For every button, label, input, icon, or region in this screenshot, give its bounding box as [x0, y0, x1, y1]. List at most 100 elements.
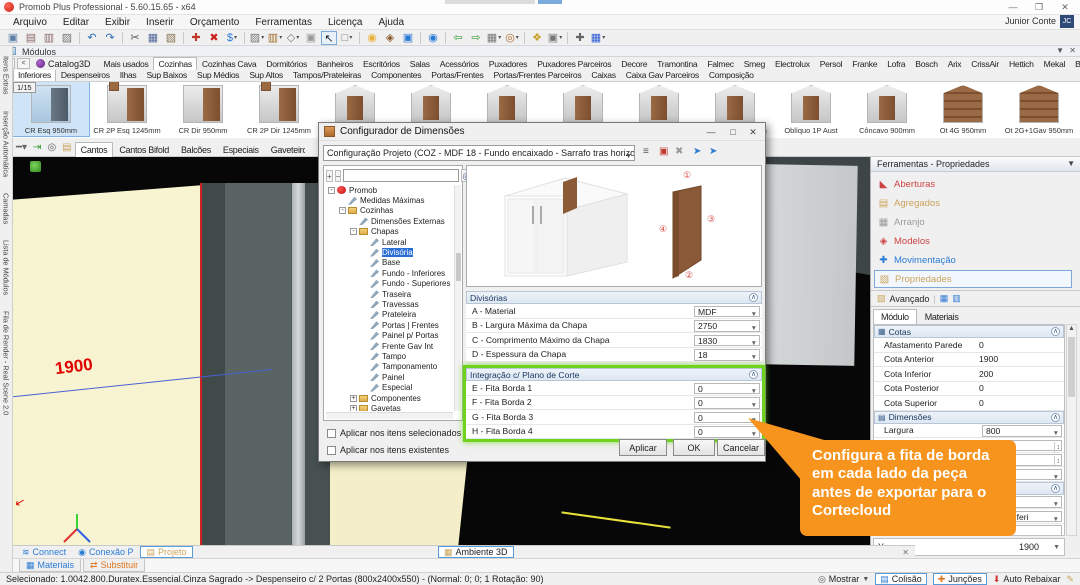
toolbar-icon[interactable]: ▣▾ [547, 31, 563, 45]
toolbar-icon[interactable]: ▦▾ [145, 31, 161, 45]
tool-item[interactable]: ▧ Propriedades [874, 270, 1072, 288]
dialog-close-button[interactable]: ✕ [743, 125, 763, 139]
toolbar-icon[interactable]: ▾ [79, 32, 80, 44]
toolbar-icon[interactable]: ▦▾ [590, 31, 606, 45]
view-tab[interactable]: ◉ Conexão P [73, 546, 138, 558]
view-tab[interactable]: ▤ Projeto [140, 546, 192, 558]
ok-button[interactable]: OK [673, 439, 715, 456]
toolbar-icon[interactable]: ▾ [183, 32, 184, 44]
property-row[interactable]: Cota Inferior 200 [874, 367, 1064, 382]
catalog-tab[interactable]: Blum [1070, 57, 1080, 70]
wand-icon[interactable]: ✎ [1066, 574, 1074, 585]
mostrar-control[interactable]: ◎ Mostrar ▼ [818, 574, 869, 585]
config-key2-icon[interactable]: ➤ [709, 146, 717, 157]
toolbar-icon[interactable]: ↖▾ [321, 31, 337, 45]
tree-node[interactable]: Prateleira [326, 310, 453, 320]
property-grid-scrollbar[interactable]: ▲ [1066, 324, 1077, 536]
dialog-minimize-button[interactable]: — [701, 125, 721, 139]
pin-icon[interactable]: ▼ [1067, 159, 1075, 168]
tool-item[interactable]: ◈ Modelos [874, 232, 1072, 250]
toolbar-icon[interactable]: ▤▾ [23, 31, 39, 45]
tree-node[interactable]: Tampo [326, 351, 453, 361]
dock-tab[interactable]: Fila de Render - Real Scene 2.0 [2, 311, 11, 415]
catalog-tab[interactable]: Tramontina [652, 57, 702, 70]
doc-tab[interactable]: ⇄ Substituir [83, 559, 145, 572]
catalog-tab[interactable]: Bosch [910, 57, 942, 70]
catalog-tab[interactable]: Decore [616, 57, 652, 70]
toolbar-icon[interactable]: ❖▾ [529, 31, 545, 45]
tree-node[interactable]: Painel [326, 372, 453, 382]
category-tab[interactable]: Composição [704, 70, 759, 81]
catalog-tab[interactable]: Cozinhas Cava [197, 57, 261, 70]
tree-node[interactable]: Lateral [326, 237, 453, 247]
module-thumbnail[interactable]: Oblíquo 1P Aust [773, 82, 849, 136]
module-group-tab[interactable]: Especiais [217, 142, 265, 157]
ambiente-3d-tab[interactable]: ▦ Ambiente 3D [438, 546, 514, 558]
grid-view-icon[interactable]: ▦ [940, 293, 949, 304]
tree-node[interactable]: Fundo - Superiores [326, 279, 453, 289]
pin-icon[interactable]: ▼ [1056, 46, 1064, 55]
menu-item[interactable]: Arquivo [5, 17, 55, 28]
catalog-tab[interactable]: Dormitórios [261, 57, 312, 70]
collapse-all-icon[interactable]: − [335, 170, 342, 182]
module-thumbnail[interactable]: CR 2P Dir 1245mm [241, 82, 317, 136]
toolbar-icon[interactable]: ▣▾ [5, 31, 21, 45]
value-select[interactable]: 2750▼ [694, 320, 760, 332]
maximize-button[interactable]: ❐ [1028, 1, 1050, 13]
toolbar-icon[interactable]: ▾ [445, 32, 446, 44]
catalog-tab[interactable]: CrissAir [966, 57, 1004, 70]
property-tab[interactable]: Materiais [917, 309, 967, 324]
menu-item[interactable]: Ferramentas [247, 17, 320, 28]
toolbar-icon[interactable]: ▾ [122, 32, 123, 44]
find-module-icon[interactable]: ◎ [47, 142, 56, 153]
doc-tab[interactable]: ▦ Materiais [19, 559, 81, 572]
catalog-tab[interactable]: Mais usados [99, 57, 154, 70]
module-group-tab[interactable]: Cantos Bifold [113, 142, 175, 157]
menu-item[interactable]: Ajuda [370, 17, 412, 28]
door-tool-icon[interactable]: ⇥ [33, 142, 41, 153]
tree-node[interactable]: Base [326, 258, 453, 268]
value-select[interactable]: 0▼ [694, 397, 760, 409]
toolbar-icon[interactable]: ⇦▾ [450, 31, 466, 45]
dock-tab[interactable]: Itens Extras [2, 56, 11, 95]
tree-node[interactable]: Tamponamento [326, 362, 453, 372]
value-select[interactable]: 0▼ [694, 383, 760, 395]
toolbar-icon[interactable]: ▣▾ [303, 31, 319, 45]
toolbar-icon[interactable]: ▥▾ [41, 31, 57, 45]
catalog-tab[interactable]: Salas [405, 57, 435, 70]
toolbar-icon[interactable]: ▨▾ [59, 31, 75, 45]
catalog-tab[interactable]: Cozinhas [153, 57, 196, 70]
tool-item[interactable]: ◣ Aberturas [874, 175, 1072, 193]
catalog-tab[interactable]: Escritórios [358, 57, 405, 70]
toolbar-icon[interactable]: ⇨▾ [468, 31, 484, 45]
toolbar-icon[interactable]: ✚▾ [188, 31, 204, 45]
toolbar-icon[interactable]: ▾ [244, 32, 245, 44]
catalog-tab[interactable]: Lofra [882, 57, 910, 70]
collapse-icon[interactable]: ∧ [1051, 327, 1060, 336]
tree-node[interactable]: Medidas Máximas [326, 195, 453, 205]
catalog-tab[interactable]: Puxadores Parceiros [532, 57, 616, 70]
toolbar-icon[interactable]: ↶▾ [84, 31, 100, 45]
menu-item[interactable]: Inserir [138, 17, 182, 28]
dock-tab[interactable]: Inserção Automática [2, 111, 11, 177]
tree-node[interactable]: Dimensões Externas [326, 216, 453, 226]
toolbar-icon[interactable]: ✂▾ [127, 31, 143, 45]
toolbar-icon[interactable]: ▾ [524, 32, 525, 44]
category-tab[interactable]: Inferiores [13, 70, 56, 81]
menu-item[interactable]: Orçamento [182, 17, 247, 28]
colisao-toggle[interactable]: ▤ Colisão [875, 573, 927, 585]
toolbar-icon[interactable]: ✖▾ [206, 31, 222, 45]
catalog-tab[interactable]: Banheiros [312, 57, 358, 70]
catalog-back-button[interactable]: < [17, 58, 30, 69]
category-tab[interactable]: Portas/Frentes [426, 70, 488, 81]
auto-rebaixar-control[interactable]: ⬇ Auto Rebaixar [993, 574, 1061, 585]
config-list-icon[interactable]: ≡ [643, 146, 649, 157]
tree-node[interactable]: - Cozinhas [326, 206, 453, 216]
property-row[interactable]: Cota Superior 0 [874, 396, 1064, 411]
config-copy-icon[interactable]: ▣ [659, 146, 668, 157]
property-tab[interactable]: Módulo [873, 309, 917, 324]
dock-tab[interactable]: Camadas [2, 193, 11, 224]
tree-node[interactable]: Especial [326, 382, 453, 392]
category-tab[interactable]: Componentes [366, 70, 426, 81]
toolbar-icon[interactable]: ▦▾ [486, 31, 502, 45]
